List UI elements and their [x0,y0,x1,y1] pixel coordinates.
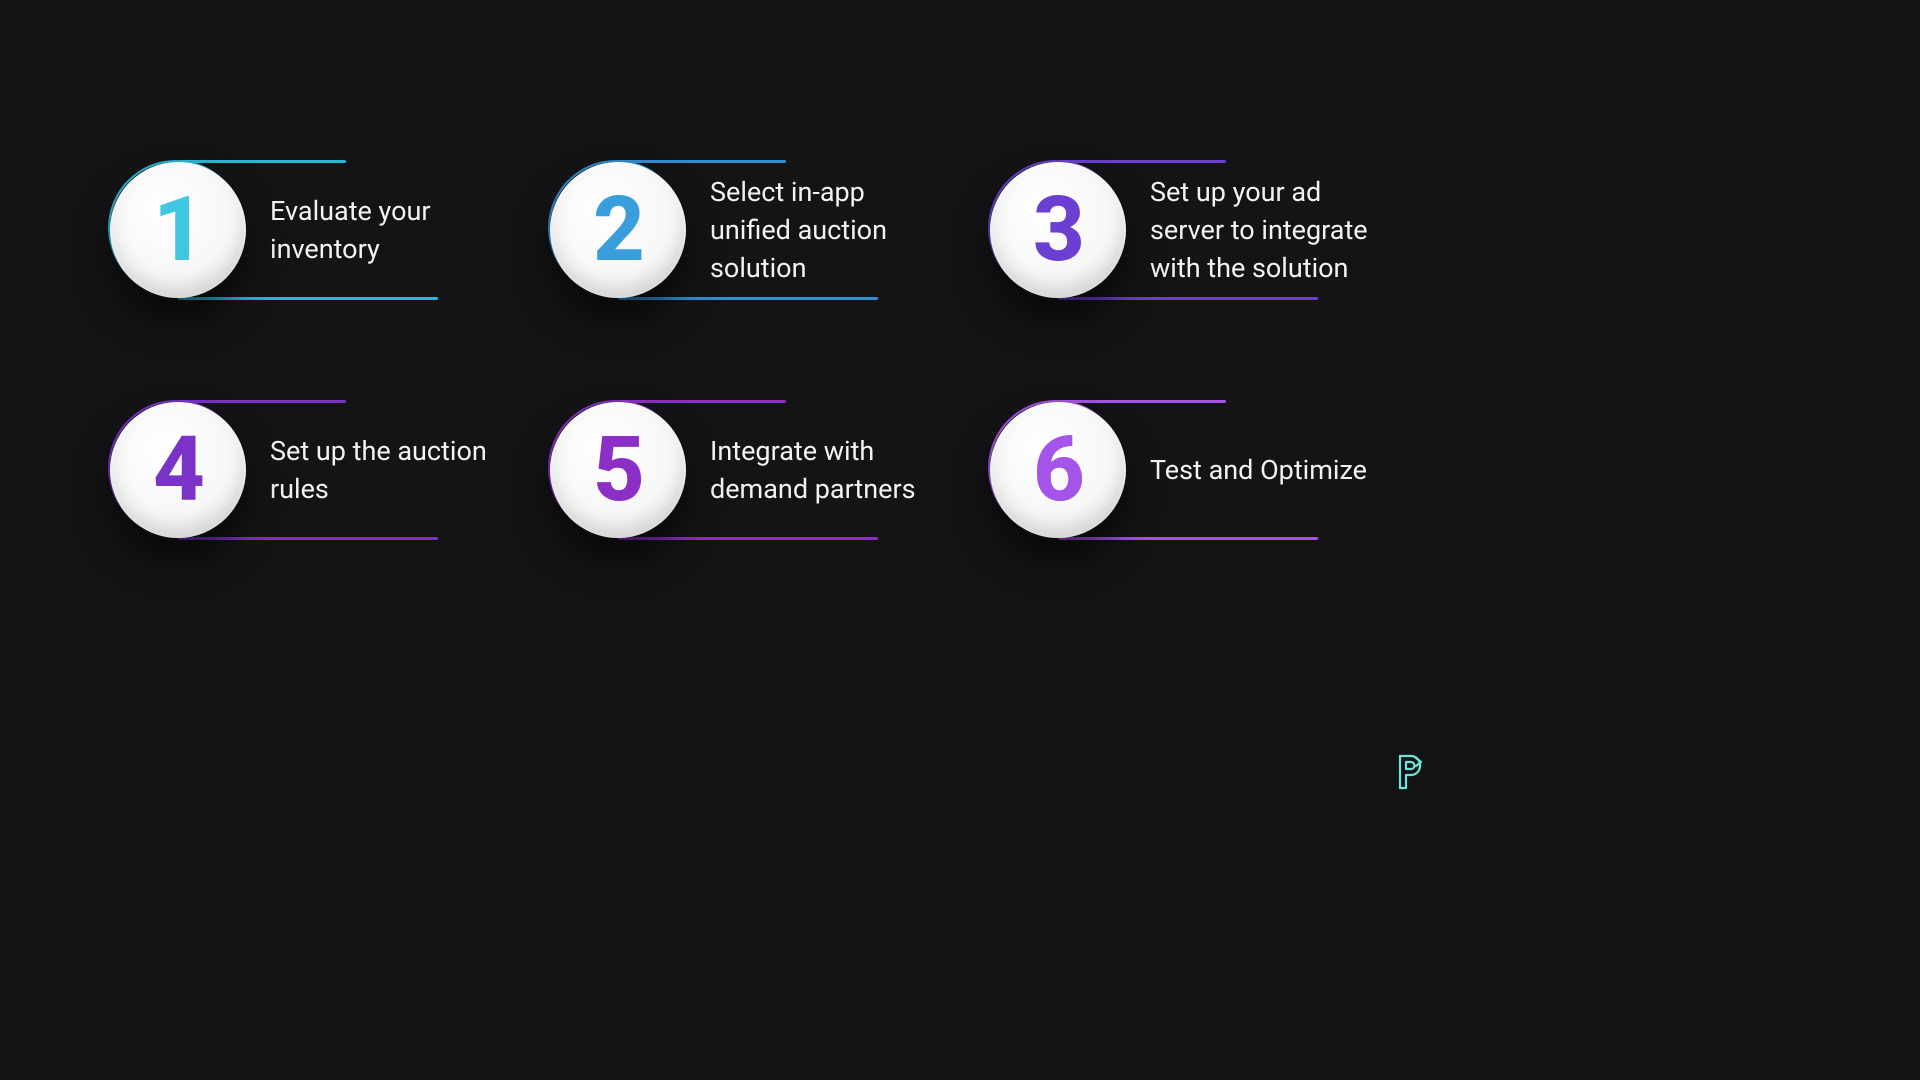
bracket-top-line [178,160,346,163]
step-number: 4 [153,425,203,515]
steps-grid: 1 Evaluate your inventory 2 Select in-app u… [110,160,1390,540]
step-number-circle: 6 [990,402,1126,538]
bracket-top-line [178,400,346,403]
step-circle-wrap: 5 [550,402,686,538]
bracket-top-line [1058,160,1226,163]
bracket-top-line [1058,400,1226,403]
step-number: 2 [593,185,643,275]
bracket-bottom-line [618,297,878,300]
step-5: 5 Integrate with demand partners [550,400,950,540]
bracket-bottom-line [1058,297,1318,300]
step-label: Set up your ad server to integrate with … [1150,173,1390,288]
step-number-circle: 3 [990,162,1126,298]
bracket-bottom-line [618,537,878,540]
step-1: 1 Evaluate your inventory [110,160,510,300]
bracket-bottom-line [1058,537,1318,540]
step-label: Test and Optimize [1150,451,1367,489]
step-6: 6 Test and Optimize [990,400,1390,540]
bracket-top-line [618,160,786,163]
step-label: Select in-app unified auction solution [710,173,950,288]
step-4: 4 Set up the auction rules [110,400,510,540]
step-circle-wrap: 4 [110,402,246,538]
step-number: 6 [1033,425,1083,515]
step-number: 1 [153,185,203,275]
step-label: Set up the auction rules [270,432,510,509]
step-label: Evaluate your inventory [270,192,510,269]
step-number-circle: 5 [550,402,686,538]
bracket-top-line [618,400,786,403]
brand-logo-icon [1394,752,1424,790]
step-number: 3 [1033,185,1083,275]
step-number-circle: 4 [110,402,246,538]
step-2: 2 Select in-app unified auction solution [550,160,950,300]
step-circle-wrap: 3 [990,162,1126,298]
step-circle-wrap: 1 [110,162,246,298]
step-number: 5 [593,425,643,515]
step-number-circle: 1 [110,162,246,298]
bracket-bottom-line [178,537,438,540]
step-label: Integrate with demand partners [710,432,950,509]
step-number-circle: 2 [550,162,686,298]
step-circle-wrap: 2 [550,162,686,298]
bracket-bottom-line [178,297,438,300]
step-3: 3 Set up your ad server to integrate with… [990,160,1390,300]
step-circle-wrap: 6 [990,402,1126,538]
